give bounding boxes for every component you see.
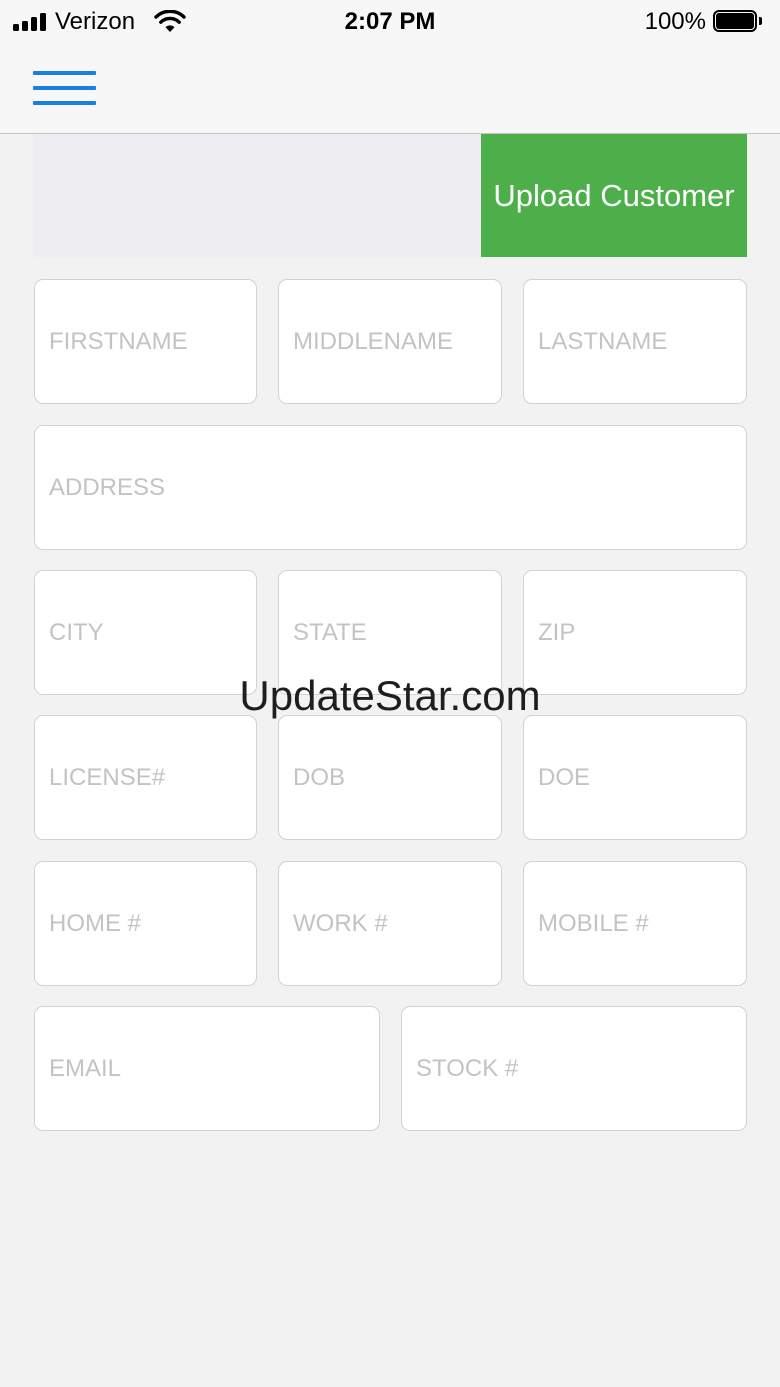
lastname-input[interactable] [524,280,746,403]
firstname-field [34,279,257,404]
upload-customer-button[interactable]: Upload Customer [481,134,747,257]
status-bar: Verizon 2:07 PM 100% [0,0,780,44]
middlename-field [278,279,502,404]
state-input[interactable] [279,571,501,694]
navigation-bar [0,44,780,134]
state-field [278,570,502,695]
middlename-input[interactable] [279,280,501,403]
zip-input[interactable] [524,571,746,694]
city-input[interactable] [35,571,256,694]
doe-input[interactable] [524,716,746,839]
address-input[interactable] [35,426,746,549]
firstname-input[interactable] [35,280,256,403]
battery-icon [713,10,763,34]
email-input[interactable] [35,1007,379,1130]
license-field [34,715,257,840]
city-field [34,570,257,695]
home-phone-input[interactable] [35,862,256,985]
lastname-field [523,279,747,404]
mobile-phone-field [523,861,747,986]
license-input[interactable] [35,716,256,839]
email-field [34,1006,380,1131]
stock-input[interactable] [402,1007,746,1130]
dob-field [278,715,502,840]
dob-input[interactable] [279,716,501,839]
stock-field [401,1006,747,1131]
hamburger-menu-icon[interactable] [33,71,96,105]
work-phone-input[interactable] [279,862,501,985]
mobile-phone-input[interactable] [524,862,746,985]
doe-field [523,715,747,840]
zip-field [523,570,747,695]
work-phone-field [278,861,502,986]
home-phone-field [34,861,257,986]
address-field [34,425,747,550]
battery-percentage: 100% [644,8,706,35]
